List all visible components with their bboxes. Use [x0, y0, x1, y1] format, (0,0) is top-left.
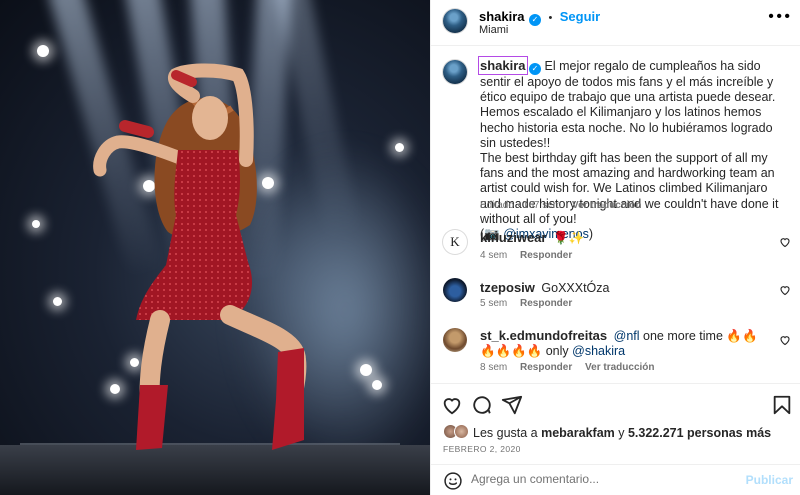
likes-middle: y [614, 426, 628, 440]
commenter-avatar[interactable] [443, 278, 467, 302]
commenter-username[interactable]: st_k.edmundofreitas [480, 328, 607, 343]
more-options-icon[interactable]: • • • [768, 9, 790, 25]
comment-item: K kinuziwear 🌹✨ 4 sem Responder [441, 230, 791, 264]
comment-icon[interactable] [471, 394, 493, 416]
comment-text: GoXXXtÓza [541, 281, 610, 295]
post-location[interactable]: Miami [479, 24, 508, 36]
performer-figure [93, 63, 307, 450]
author-avatar[interactable] [443, 9, 467, 33]
verified-badge-icon: ✓ [529, 63, 542, 75]
post-actions: Les gusta a mebarakfam y 5.322.271 perso… [431, 383, 800, 495]
commenter-avatar[interactable]: K [443, 230, 467, 254]
comment-input[interactable] [471, 472, 741, 486]
comment-like-heart-icon[interactable] [779, 284, 791, 296]
reply-button[interactable]: Responder [520, 250, 572, 261]
see-translation-link[interactable]: Ver traducción [572, 200, 641, 211]
reply-button[interactable]: Responder [520, 298, 572, 309]
likes-prefix: Les gusta a [473, 426, 542, 440]
post-header: shakira ✓ • Seguir Miami • • • [431, 0, 800, 46]
liker-avatar [454, 424, 469, 439]
comment-time: 4 sem [480, 250, 508, 261]
author-username[interactable]: shakira [479, 9, 525, 24]
edited-timestamp: Editado · 167 sem [480, 200, 562, 211]
liker-username[interactable]: mebarakfam [541, 426, 615, 440]
caption-avatar[interactable] [443, 60, 467, 84]
comment-item: st_k.edmundofreitas @nfl one more time 🔥… [441, 328, 791, 376]
reply-button[interactable]: Responder [520, 362, 572, 373]
verified-badge-icon: ✓ [529, 14, 541, 26]
commenter-username[interactable]: kinuziwear [480, 230, 546, 245]
comment-text: 🌹✨ [552, 231, 585, 245]
post-photo[interactable] [0, 0, 430, 495]
commenter-avatar[interactable] [443, 328, 467, 352]
comment-like-heart-icon[interactable] [779, 236, 791, 248]
header-separator: • [548, 12, 553, 24]
share-icon[interactable] [501, 394, 523, 416]
likes-count[interactable]: 5.322.271 personas más [628, 426, 771, 440]
publish-button[interactable]: Publicar [746, 473, 793, 487]
emoji-icon[interactable] [443, 471, 463, 491]
comment-like-heart-icon[interactable] [779, 334, 791, 346]
follow-button[interactable]: Seguir [560, 9, 600, 24]
mention-link[interactable]: @nfl [614, 329, 640, 343]
caption-username[interactable]: shakira [478, 56, 528, 75]
see-translation-link[interactable]: Ver traducción [585, 362, 654, 373]
commenter-username[interactable]: tzeposiw [480, 280, 535, 295]
caption-text-en: The best birthday gift has been the supp… [480, 151, 779, 226]
comment-time: 5 sem [480, 298, 508, 309]
comment-item: tzeposiw GoXXXtÓza 5 sem Responder [441, 278, 791, 314]
liker-avatars[interactable] [443, 424, 473, 440]
comment-bar: Publicar [431, 464, 800, 495]
comment-time: 8 sem [480, 362, 508, 373]
mention-link[interactable]: @shakira [572, 344, 625, 358]
heart-icon[interactable] [441, 394, 463, 416]
post-detail-panel: shakira ✓ • Seguir Miami • • • shakira ✓… [430, 0, 800, 495]
bookmark-icon[interactable] [771, 394, 793, 416]
post-date[interactable]: FEBRERO 2, 2020 [443, 444, 521, 454]
